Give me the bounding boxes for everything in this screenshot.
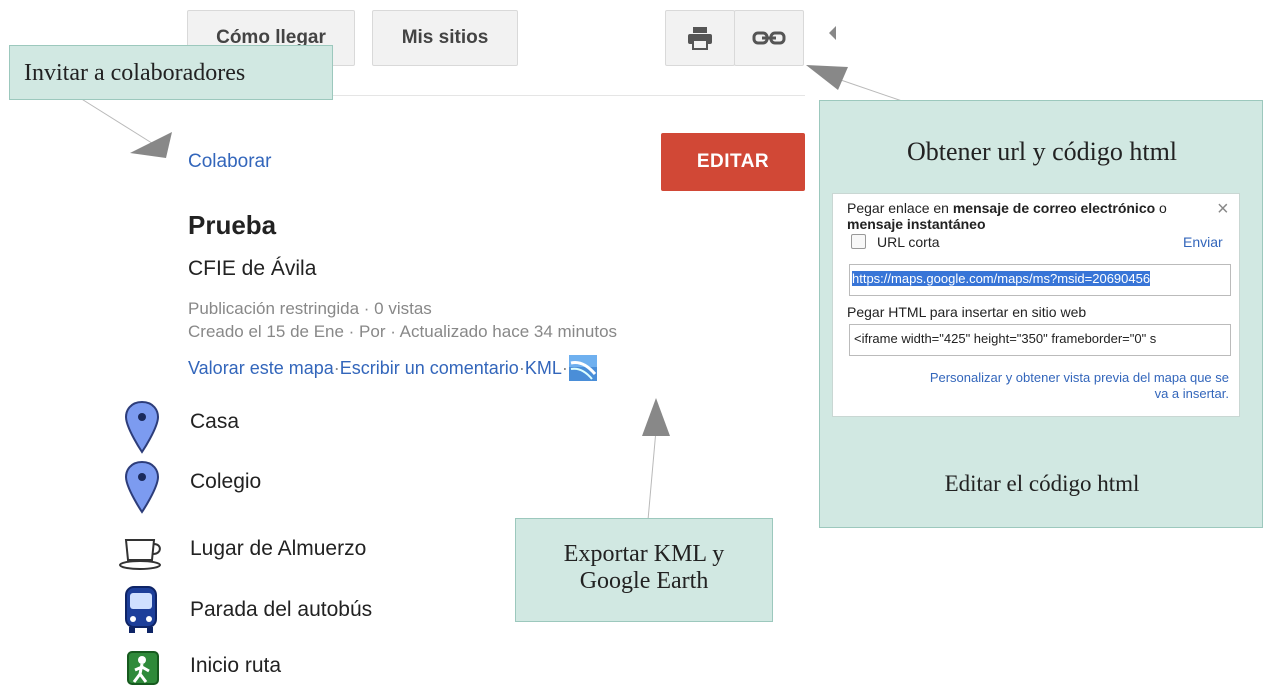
arrow-to-link-button bbox=[806, 65, 848, 90]
embed-html-field[interactable]: <iframe width="425" height="350" framebo… bbox=[849, 324, 1231, 356]
close-button[interactable]: × bbox=[1217, 198, 1229, 221]
share-link-popup: Pegar enlace en mensaje de correo electr… bbox=[832, 193, 1240, 417]
arrow-to-kml bbox=[642, 398, 670, 436]
share-intro-email: mensaje de correo electrónico bbox=[952, 200, 1156, 216]
share-intro-im: mensaje instantáneo bbox=[847, 216, 986, 232]
share-intro-prefix: Pegar enlace en bbox=[847, 200, 953, 216]
short-url-checkbox[interactable] bbox=[851, 234, 866, 249]
note-get-url-title: Obtener url y código html bbox=[906, 137, 1178, 166]
customize-line1: Personalizar y obtener vista previa del … bbox=[929, 370, 1229, 385]
share-intro: Pegar enlace en mensaje de correo electr… bbox=[847, 200, 1209, 232]
note-export-line1: Exportar KML y bbox=[563, 541, 725, 567]
share-url-value: https://maps.google.com/maps/ms?msid=206… bbox=[852, 271, 1151, 286]
arrow-to-colaborar bbox=[130, 132, 172, 158]
send-link[interactable]: Enviar bbox=[1183, 234, 1223, 250]
customize-line2: va a insertar. bbox=[1154, 386, 1229, 401]
customize-embed-link[interactable]: Personalizar y obtener vista previa del … bbox=[843, 370, 1229, 402]
note-export-line2: Google Earth bbox=[579, 568, 709, 594]
share-url-field[interactable]: https://maps.google.com/maps/ms?msid=206… bbox=[849, 264, 1231, 296]
note-export-kml: Exportar KML y Google Earth bbox=[515, 518, 773, 622]
embed-html-label: Pegar HTML para insertar en sitio web bbox=[847, 304, 1087, 320]
note-invite-collaborators: Invitar a colaboradores bbox=[9, 45, 333, 100]
share-intro-mid: o bbox=[1155, 200, 1167, 216]
short-url-label: URL corta bbox=[877, 234, 940, 250]
note-edit-html: Editar el código html bbox=[944, 471, 1140, 496]
close-icon: × bbox=[1217, 198, 1229, 220]
